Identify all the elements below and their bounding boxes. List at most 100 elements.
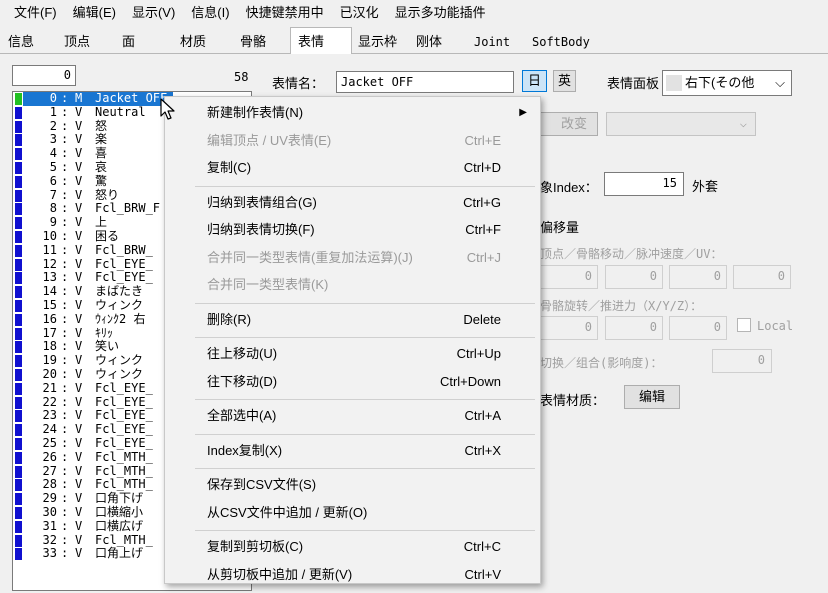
morph-index: 25 [42,435,57,450]
morph-index: 8 [49,201,57,216]
context-menu-item[interactable]: 复制(C) Ctrl+D [165,155,541,181]
vertex-offset-field[interactable]: 0 [540,265,598,289]
morph-color-marker [15,327,22,340]
separator: : [61,228,69,243]
morph-name: ｳｨﾝｸ2 右 [95,311,146,326]
morph-index: 6 [49,173,57,188]
morph-name: Fcl_EYE_ [95,270,153,285]
context-menu-item[interactable]: 往上移动(U) Ctrl+Up [165,341,541,367]
context-menu-item[interactable]: 从CSV文件中追加 / 更新(O) [165,500,541,526]
list-index-input[interactable]: 0 [12,65,76,86]
context-menu-shortcut: Ctrl+C [463,539,501,554]
separator: : [61,91,69,105]
morph-color-marker [15,355,22,368]
chevron-down-icon: ⌵ [775,75,785,90]
context-menu-item[interactable]: 复制到剪切板(C) Ctrl+C [165,534,541,560]
separator: : [61,270,69,285]
submenu-arrow-icon: ▶ [519,107,527,118]
vertex-offset-field[interactable]: 0 [733,265,791,289]
vertex-offset-field[interactable]: 0 [669,265,727,289]
separator: : [61,159,69,174]
morph-index: 27 [42,463,57,478]
bone-rotation-field[interactable]: 0 [669,316,727,340]
morph-index: 18 [42,339,57,354]
outer-label: 外套 [692,179,719,194]
bone-rotation-field[interactable]: 0 [605,316,663,340]
context-menu-item[interactable]: Index复制(X) Ctrl+X [165,438,541,464]
tab-6[interactable]: 显示枠 [354,31,397,53]
morph-type: V [75,504,83,519]
tab-7[interactable]: 刚体 [412,31,442,53]
tab-3[interactable]: 材质 [176,31,206,53]
morph-name-input[interactable]: Jacket OFF [336,71,514,93]
context-menu-item[interactable]: 全部选中(A) Ctrl+A [165,403,541,429]
switch-input[interactable]: 0 [712,349,772,373]
context-menu-shortcut: Ctrl+J [466,249,501,265]
tab-1[interactable]: 顶点 [60,31,90,53]
menu-item[interactable]: 显示(V) [124,0,183,25]
morph-type: V [75,201,83,216]
context-menu-item[interactable]: 合并同一类型表情(重复加法运算)(J) Ctrl+J [165,245,541,271]
menu-separator [195,185,535,187]
lang-en-button[interactable]: 英 [553,70,576,92]
bone-rotation-field[interactable]: 0 [540,316,598,340]
context-menu-item[interactable]: 归纳到表情切换(F) Ctrl+F [165,217,541,243]
local-checkbox[interactable] [737,318,751,332]
morph-type: V [75,270,83,285]
morph-name: 怒り [95,187,120,202]
morph-color-marker [15,534,22,547]
morph-index: 15 [42,297,57,312]
morph-name: 哀 [95,159,108,174]
modify-select[interactable]: ⌵ [606,112,756,136]
morph-type: V [75,146,83,161]
tab-4[interactable]: 骨骼 [236,31,266,53]
morph-index: 26 [42,449,57,464]
separator: : [61,242,69,257]
context-menu-item[interactable]: 新建制作表情(N) ▶ [165,100,541,126]
context-menu-shortcut: Ctrl+A [464,408,501,423]
tab-9[interactable]: SoftBody [528,31,590,53]
morph-type: V [75,353,83,368]
index-input[interactable]: 15 [604,172,684,196]
separator: : [61,477,69,492]
context-menu-item[interactable]: 保存到CSV文件(S) [165,472,541,498]
tab-8[interactable]: Joint [470,31,510,53]
context-menu-label: 往下移动(D) [207,373,278,389]
context-menu-shortcut: Ctrl+G [463,194,501,210]
morph-color-marker [15,244,22,257]
vertex-label: 顶点／骨骼移动／脉冲速度／UV： [540,247,723,261]
context-menu-item[interactable]: 归纳到表情组合(G) Ctrl+G [165,190,541,216]
edit-material-button[interactable]: 编辑 [624,385,680,409]
morph-index: 24 [42,422,57,437]
tab-0[interactable]: 信息 [4,31,34,53]
lang-jp-button[interactable]: 日 [522,70,547,92]
menu-item[interactable]: 编辑(E) [65,0,124,25]
tab-2[interactable]: 面 [118,31,135,53]
context-menu-label: 保存到CSV文件(S) [207,477,317,492]
context-menu-item[interactable]: 编辑顶点 / UV表情(E) Ctrl+E [165,128,541,154]
morph-index: 5 [49,159,57,174]
tab-5[interactable]: 表情 [290,27,352,54]
context-menu-item[interactable]: 合并同一类型表情(K) [165,272,541,298]
context-menu-shortcut: Ctrl+D [463,160,501,175]
context-menu-item[interactable]: 从剪切板中追加 / 更新(V) Ctrl+V [165,562,541,588]
context-menu-shortcut: Ctrl+Down [439,373,501,389]
menu-item[interactable]: 显示多功能插件 [387,0,494,25]
morph-type: V [75,422,83,437]
separator: : [61,311,69,326]
context-menu-item[interactable]: 删除(R) Delete [165,307,541,333]
separator: : [61,546,69,561]
menu-item[interactable]: 文件(F) [6,0,65,25]
morph-name: 困る [95,228,120,243]
morph-index: 17 [42,325,57,340]
menu-item[interactable]: 已汉化 [332,0,387,25]
morph-color-marker [15,93,22,105]
morph-color-marker [15,493,22,506]
context-menu-label: 删除(R) [207,311,252,327]
context-menu-item[interactable]: 往下移动(D) Ctrl+Down [165,369,541,395]
menu-item[interactable]: 快捷键禁用中 [238,0,332,25]
morph-name: Fcl_EYE_ [95,256,153,271]
menu-item[interactable]: 信息(I) [183,0,237,25]
context-menu-shortcut: Ctrl+X [464,442,501,458]
vertex-offset-field[interactable]: 0 [605,265,663,289]
